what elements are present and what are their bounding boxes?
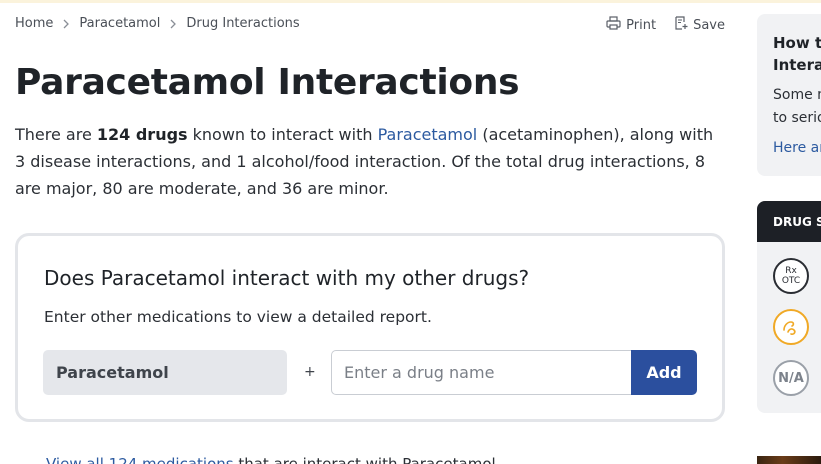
- checker-subtext: Enter other medications to view a detail…: [44, 308, 432, 326]
- chevron-right-icon: [63, 19, 70, 29]
- otc-label: OTC: [781, 276, 801, 286]
- how-to-title-line2: Interac: [773, 56, 821, 74]
- pregnancy-icon: [773, 309, 809, 345]
- view-all-line: View all 124 medications that are intera…: [46, 455, 496, 464]
- rx-label: Rx: [785, 266, 797, 276]
- view-all-link[interactable]: View all 124 medications: [46, 455, 234, 464]
- plus-separator: +: [304, 364, 316, 380]
- breadcrumb: Home Paracetamol Drug Interactions: [15, 16, 300, 31]
- breadcrumb-drug-interactions[interactable]: Drug Interactions: [186, 16, 299, 31]
- drug-status-header: DRUG S: [757, 201, 821, 242]
- save-button[interactable]: Save: [674, 16, 725, 34]
- save-plus-icon: [674, 16, 688, 34]
- drug-status-card: DRUG S Rx OTC N/A: [757, 201, 821, 413]
- intro-text-2: known to interact with: [187, 125, 378, 144]
- page-title: Paracetamol Interactions: [15, 62, 520, 103]
- add-button[interactable]: Add: [631, 350, 697, 395]
- breadcrumb-paracetamol[interactable]: Paracetamol: [79, 16, 160, 31]
- how-to-body-line2: to serio: [773, 110, 821, 126]
- print-label: Print: [626, 17, 657, 33]
- current-drug-chip: Paracetamol: [43, 350, 287, 395]
- drug-count: 124 drugs: [96, 125, 188, 144]
- view-all-rest: that are interact with Paracetamol: [233, 455, 496, 464]
- printer-icon: [606, 16, 621, 34]
- how-to-link[interactable]: Here ar: [773, 140, 821, 156]
- csa-na-icon: N/A: [773, 360, 809, 396]
- intro-text-1: There are: [15, 125, 97, 144]
- how-to-title-line1: How to: [773, 34, 821, 52]
- drug-name-input[interactable]: [331, 350, 632, 395]
- top-accent-bar: [0, 0, 821, 3]
- save-label: Save: [693, 17, 725, 33]
- paracetamol-link[interactable]: Paracetamol: [378, 125, 478, 144]
- rx-otc-icon: Rx OTC: [773, 258, 809, 294]
- checker-heading: Does Paracetamol interact with my other …: [44, 266, 530, 290]
- interaction-checker-card: Does Paracetamol interact with my other …: [15, 233, 725, 422]
- how-to-body: Some m to serio: [773, 84, 821, 130]
- how-to-title: How to Interac: [773, 32, 821, 76]
- sidebar-image: [757, 456, 821, 464]
- breadcrumb-home[interactable]: Home: [15, 16, 53, 31]
- intro-paragraph: There are 124 drugs known to interact wi…: [15, 121, 727, 202]
- print-button[interactable]: Print: [606, 16, 656, 34]
- chevron-right-icon: [170, 19, 177, 29]
- how-to-card: How to Interac Some m to serio Here ar: [757, 14, 821, 176]
- page-actions: Print Save: [606, 16, 725, 34]
- how-to-body-line1: Some m: [773, 87, 821, 103]
